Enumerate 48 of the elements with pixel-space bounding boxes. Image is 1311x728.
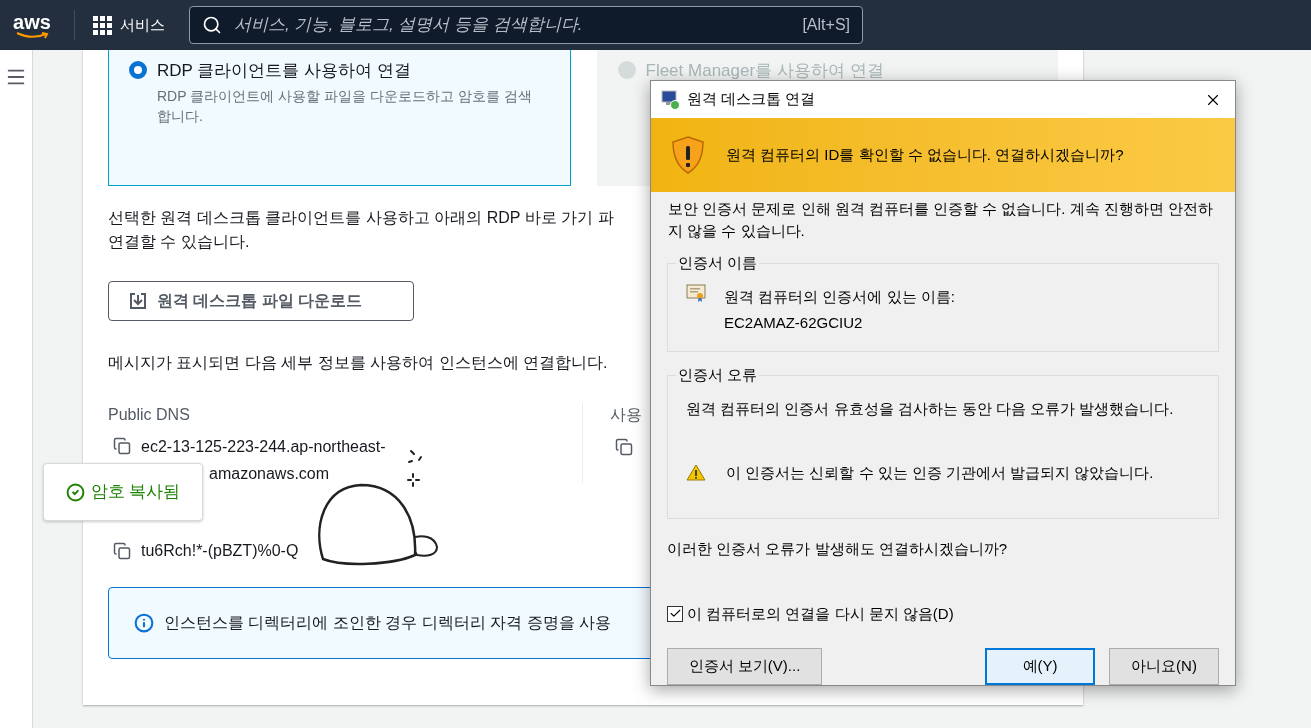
download-button[interactable]: 원격 데스크톱 파일 다운로드	[108, 281, 414, 321]
error-text: 이 인증서는 신뢰할 수 있는 인증 기관에서 발급되지 않았습니다.	[726, 462, 1154, 483]
option-description: RDP 클라이언트에 사용할 파일을 다운로드하고 암호를 검색합니다.	[157, 86, 533, 126]
download-icon	[129, 292, 147, 310]
search-bar[interactable]: 서비스, 기능, 블로그, 설명서 등을 검색합니다. [Alt+S]	[189, 6, 863, 44]
smile-arrow-icon	[15, 31, 49, 39]
certificate-icon	[686, 284, 706, 302]
dialog-body-text: 보안 인증서 문제로 인해 원격 컴퓨터를 인증할 수 없습니다. 계속 진행하면 안전하지 않을 수 있습니다.	[667, 199, 1214, 241]
question-text: 이러한 인증서 오류가 발생해도 연결하시겠습니까?	[667, 539, 1007, 559]
banner-text: 원격 컴퓨터의 ID를 확인할 수 없습니다. 연결하시겠습니까?	[726, 144, 1124, 165]
monitor-icon	[661, 89, 681, 110]
dialog-button[interactable]: 아니요(N)	[1109, 648, 1219, 685]
services-button[interactable]: 서비스	[85, 13, 173, 37]
dns-value: ec2-13-125-223-244.ap-northeast-	[141, 437, 386, 457]
logo[interactable]: aws	[13, 11, 51, 32]
certificate-name: EC2AMAZ-62GCIU2	[724, 313, 864, 333]
group-text: 원격 컴퓨터의 인증서 유효성을 검사하는 동안 다음 오류가 발생했습니다.	[686, 399, 1175, 419]
field-label: Public DNS	[108, 405, 191, 425]
instruction-text: 선택한 원격 데스크톱 클라이언트를 사용하고 아래의 RDP 바로 가기 파	[108, 208, 614, 228]
option-title: Fleet Manager를 사용하여 연결	[645, 60, 884, 82]
instruction-text: 연결할 수 있습니다.	[108, 232, 250, 252]
copy-icon[interactable]	[113, 437, 131, 455]
radio-button[interactable]	[617, 61, 636, 79]
check-circle-icon	[65, 482, 85, 502]
search-icon	[202, 15, 222, 35]
copy-icon[interactable]	[113, 542, 131, 560]
radio-button[interactable]	[129, 61, 147, 79]
search-field[interactable]: 서비스, 기능, 블로그, 설명서 등을 검색합니다.	[234, 12, 791, 38]
dialog-title: 원격 데스크톱 연결	[687, 89, 816, 110]
dns-value: amazonaws.com	[208, 464, 331, 484]
grid-icon	[93, 15, 112, 35]
field-label: 사용	[610, 405, 642, 425]
message-text: 메시지가 표시되면 다음 세부 정보를 사용하여 인스턴스에 연결합니다.	[108, 353, 608, 373]
group-text: 원격 컴퓨터의 인증서에 있는 이름:	[724, 287, 955, 307]
checkbox[interactable]	[667, 605, 683, 622]
option-card[interactable]: RDP 클라이언트를 사용하여 연결 RDP 클라이언트에 사용할 파일을 다운로드하고 암호를 검색합니다.	[108, 50, 571, 186]
copy-icon[interactable]	[615, 438, 633, 456]
dialog-button[interactable]: 인증서 보기(V)...	[667, 648, 822, 685]
dialog-button[interactable]: 예(Y)	[985, 648, 1095, 685]
copied-toast: 암호 복사됨	[43, 463, 203, 521]
warning-icon	[686, 464, 706, 482]
info-text: 인스턴스를 디렉터리에 조인한 경우 디렉터리 자격 증명을 사용	[164, 613, 612, 633]
checkbox-label[interactable]: 이 컴퓨터로의 연결을 다시 묻지 않음(D)	[687, 602, 954, 625]
info-icon	[134, 613, 154, 633]
warning-shield-icon	[671, 136, 705, 174]
password-value: tu6Rch!*-(pBZT)%0-Q	[141, 541, 299, 561]
option-title: RDP 클라이언트를 사용하여 연결	[157, 60, 412, 82]
shortcut-hint: [Alt+S]	[802, 15, 850, 35]
